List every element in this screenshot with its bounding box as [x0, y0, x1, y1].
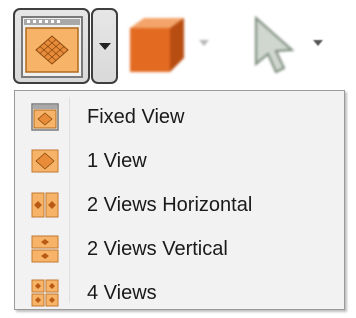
menu-item-1-view[interactable]: 1 View: [17, 139, 342, 183]
one-view-icon: [31, 149, 59, 173]
menu-item-2-views-horizontal[interactable]: 2 Views Horizontal: [17, 183, 342, 227]
3d-cube-icon[interactable]: [126, 14, 188, 76]
view-layout-icon: [21, 16, 83, 78]
view-layout-dropdown-button[interactable]: [91, 8, 118, 84]
menu-item-fixed-view[interactable]: Fixed View: [17, 95, 342, 139]
two-views-vertical-icon: [31, 235, 59, 263]
two-views-horizontal-icon: [31, 192, 59, 218]
menu-item-label: Fixed View: [87, 106, 185, 128]
toolbar: [0, 0, 356, 90]
menu-item-2-views-vertical[interactable]: 2 Views Vertical: [17, 227, 342, 271]
menu-item-label: 2 Views Vertical: [87, 238, 228, 260]
cube-dropdown-caret-icon[interactable]: [199, 40, 209, 46]
four-views-icon: [31, 279, 59, 307]
view-layout-button[interactable]: [13, 8, 90, 84]
view-layout-menu: Fixed View 1 View 2 Views Horizontal 2 V…: [14, 90, 345, 310]
menu-item-label: 4 Views: [87, 282, 157, 304]
menu-item-label: 1 View: [87, 150, 147, 172]
menu-item-label: 2 Views Horizontal: [87, 194, 253, 216]
pointer-dropdown-caret-icon[interactable]: [313, 40, 323, 46]
menu-item-4-views[interactable]: 4 Views: [17, 271, 342, 315]
pointer-arrow-icon[interactable]: [248, 14, 304, 76]
caret-down-icon: [99, 43, 111, 50]
fixed-view-icon: [31, 103, 59, 131]
